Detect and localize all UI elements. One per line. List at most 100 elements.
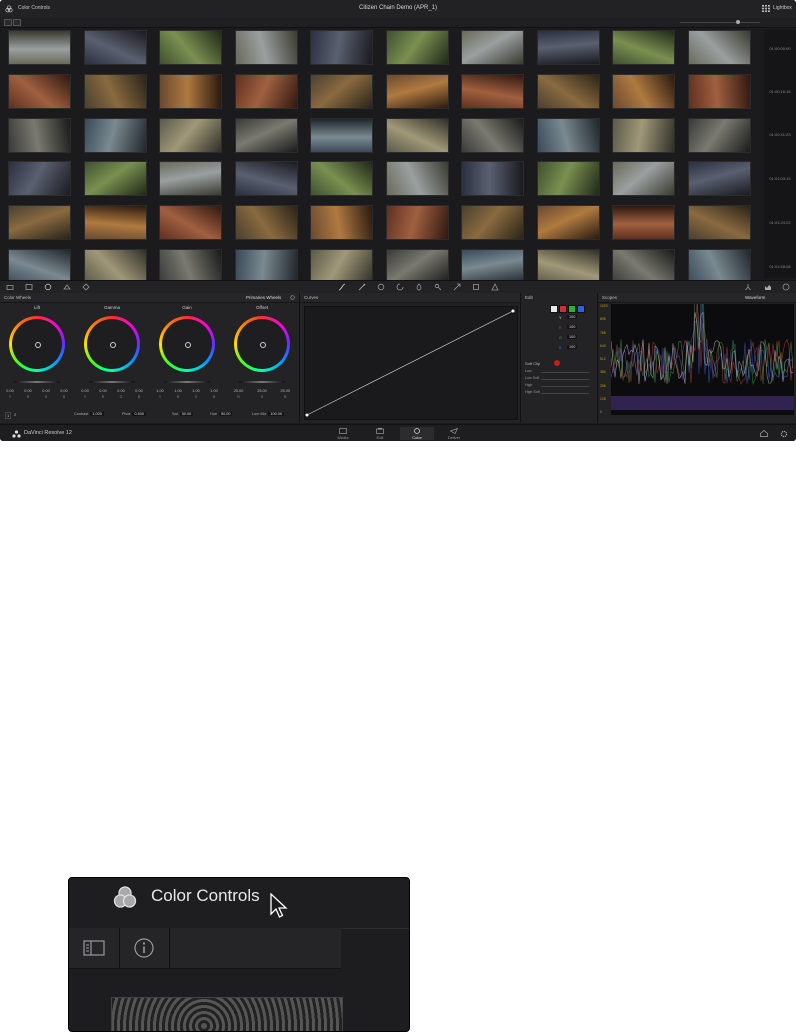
- channel-toggle-y[interactable]: [550, 305, 558, 313]
- curves-icon[interactable]: [338, 283, 346, 291]
- clip-thumbnail[interactable]: [8, 30, 71, 65]
- wheel-value[interactable]: 25.00: [277, 389, 293, 393]
- lift-master-wheel[interactable]: [14, 381, 60, 383]
- zoom-slider-handle[interactable]: [736, 20, 740, 24]
- qualifier-icon[interactable]: [358, 283, 366, 291]
- scope-mode-dropdown[interactable]: Waveform: [745, 295, 765, 300]
- clip-thumbnail[interactable]: [612, 30, 675, 65]
- gain-color-wheel[interactable]: [159, 316, 215, 372]
- wheel-value[interactable]: 1.00: [206, 389, 222, 393]
- clip-thumbnail[interactable]: [537, 74, 600, 109]
- clip-thumbnail[interactable]: [386, 30, 449, 65]
- clip-thumbnail[interactable]: [688, 118, 751, 153]
- offset-color-wheel[interactable]: [234, 316, 290, 372]
- soft-clip-slider[interactable]: [541, 386, 589, 387]
- clip-thumbnail[interactable]: [84, 161, 147, 196]
- clip-thumbnail[interactable]: [386, 205, 449, 240]
- clip-thumbnail[interactable]: [8, 205, 71, 240]
- clip-thumbnail[interactable]: [159, 30, 222, 65]
- field-value[interactable]: 100.00: [268, 412, 284, 416]
- wheel-value[interactable]: 0.00: [77, 389, 93, 393]
- clip-thumbnail[interactable]: [310, 30, 373, 65]
- soft-clip-slider[interactable]: [541, 393, 589, 394]
- lift-wheel[interactable]: Lift 0.00 0.00 0.00 0.00 Y R G B: [2, 303, 72, 421]
- clip-thumbnail[interactable]: [612, 205, 675, 240]
- wheel-center-handle[interactable]: [260, 342, 266, 348]
- soft-clip-slider[interactable]: [541, 372, 589, 373]
- scopes-icon[interactable]: [764, 283, 772, 291]
- wheel-value[interactable]: 0.00: [2, 389, 18, 393]
- clip-thumbnail[interactable]: [235, 205, 298, 240]
- clip-thumbnail[interactable]: [688, 74, 751, 109]
- wheel-value[interactable]: 25.00: [254, 389, 270, 393]
- clip-thumbnail[interactable]: [235, 74, 298, 109]
- lift-color-wheel[interactable]: [9, 316, 65, 372]
- clip-thumbnail[interactable]: [159, 161, 222, 196]
- soft-clip-slider[interactable]: [541, 379, 589, 380]
- offset-master-wheel[interactable]: [239, 381, 285, 383]
- lightbox-icon[interactable]: [762, 5, 770, 12]
- clip-thumbnail[interactable]: [84, 205, 147, 240]
- soft-clip-row[interactable]: High: [525, 383, 591, 389]
- clip-thumbnail[interactable]: [461, 30, 524, 65]
- sizing-icon[interactable]: [453, 283, 461, 291]
- gamma-master-wheel[interactable]: [89, 381, 135, 383]
- page-media[interactable]: Media: [326, 427, 360, 440]
- sidebar-toggle-button[interactable]: [4, 19, 12, 26]
- clip-thumbnail[interactable]: [84, 118, 147, 153]
- camera-raw-icon[interactable]: [6, 283, 14, 291]
- clip-thumbnail[interactable]: [159, 249, 222, 284]
- curves-graph[interactable]: [304, 306, 518, 420]
- clip-thumbnail[interactable]: [8, 118, 71, 153]
- rgb-mixer-icon[interactable]: [63, 283, 71, 291]
- gain-master-wheel[interactable]: [164, 381, 210, 383]
- info-toggle-button[interactable]: [13, 19, 21, 26]
- clip-thumbnail[interactable]: [537, 118, 600, 153]
- sidebar-toggle-button[interactable]: [69, 928, 120, 968]
- clip-thumbnail[interactable]: [461, 249, 524, 284]
- contrast-field[interactable]: Contrast 1.000: [74, 412, 104, 416]
- channel-toggle-r[interactable]: [559, 305, 567, 313]
- lum-mix-field[interactable]: Lum Mix 100.00: [252, 412, 284, 416]
- wheel-center-handle[interactable]: [35, 342, 41, 348]
- lightbox-button[interactable]: Lightbox: [773, 5, 792, 11]
- wheel-value[interactable]: 0.00: [113, 389, 129, 393]
- sat-field[interactable]: Sat 50.00: [172, 412, 194, 416]
- clip-thumbnail[interactable]: [461, 205, 524, 240]
- soft-clip-row[interactable]: High Soft: [525, 390, 591, 396]
- motion-effects-icon[interactable]: [82, 283, 90, 291]
- clip-thumbnail[interactable]: [159, 205, 222, 240]
- page-edit[interactable]: Edit: [363, 427, 397, 440]
- key-icon[interactable]: [434, 283, 442, 291]
- wheel-center-handle[interactable]: [185, 342, 191, 348]
- offset-wheel[interactable]: Offset 25.00 25.00 25.00 R G B: [227, 303, 297, 421]
- clip-thumbnail[interactable]: [537, 205, 600, 240]
- reset-icon[interactable]: [290, 295, 295, 300]
- clip-thumbnail[interactable]: [310, 161, 373, 196]
- soft-clip-row[interactable]: Low: [525, 369, 591, 375]
- color-controls-icon[interactable]: [112, 884, 138, 910]
- wheel-center-handle[interactable]: [110, 342, 116, 348]
- gain-wheel[interactable]: Gain 1.00 1.00 1.00 1.00 Y R G B: [152, 303, 222, 421]
- wheel-value[interactable]: 25.00: [231, 389, 247, 393]
- clip-thumbnail[interactable]: [310, 249, 373, 284]
- soft-clip-row[interactable]: Low Soft: [525, 376, 591, 382]
- page-color[interactable]: Color: [400, 427, 434, 440]
- clip-thumbnail[interactable]: [386, 118, 449, 153]
- clip-thumbnail[interactable]: [612, 74, 675, 109]
- clip-thumbnail[interactable]: [159, 74, 222, 109]
- wheel-value[interactable]: 0.00: [131, 389, 147, 393]
- wheel-value[interactable]: 1.00: [188, 389, 204, 393]
- clip-thumbnail[interactable]: [8, 161, 71, 196]
- wheel-value[interactable]: 0.00: [95, 389, 111, 393]
- field-value[interactable]: 50.00: [179, 412, 194, 416]
- wheel-value[interactable]: 0.00: [56, 389, 72, 393]
- page-deliver[interactable]: Deliver: [437, 427, 471, 440]
- keyframes-icon[interactable]: [491, 283, 499, 291]
- wheel-mode-dropdown[interactable]: Primaries Wheels: [246, 295, 281, 300]
- wheel-value[interactable]: 1.00: [170, 389, 186, 393]
- clip-thumbnail[interactable]: [386, 249, 449, 284]
- clip-thumbnail[interactable]: [84, 30, 147, 65]
- clip-thumbnail[interactable]: [235, 249, 298, 284]
- clip-thumbnail[interactable]: [235, 161, 298, 196]
